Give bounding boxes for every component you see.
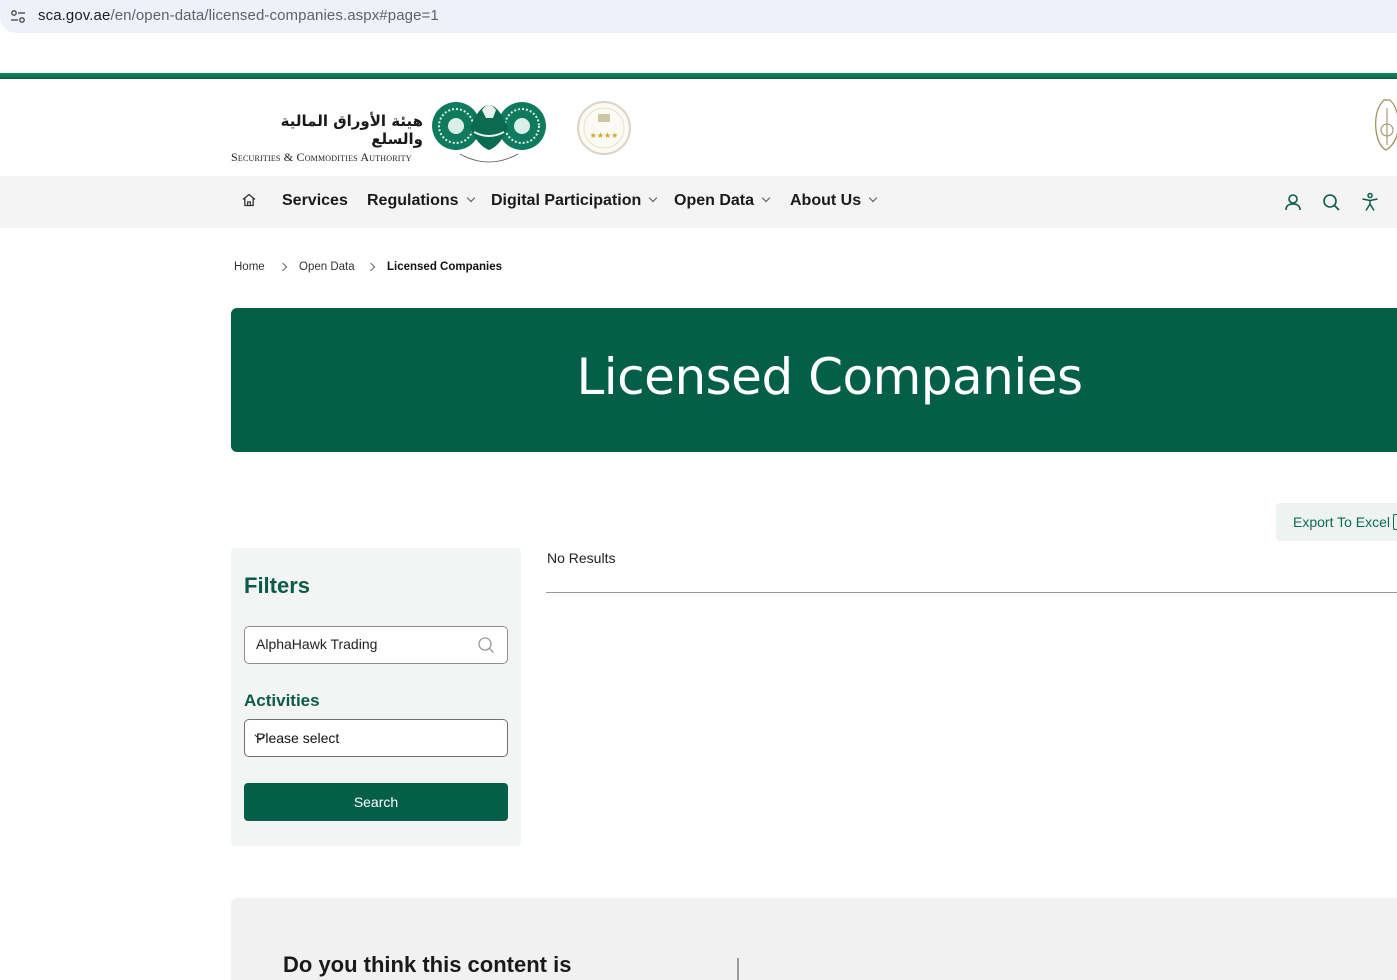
chevron-down-icon	[761, 193, 771, 203]
breadcrumb-current: Licensed Companies	[387, 261, 503, 273]
user-icon[interactable]	[1283, 192, 1303, 212]
chevron-down-icon	[466, 193, 475, 203]
uae-emblem-icon	[1375, 99, 1397, 151]
url-text[interactable]: sca.gov.ae/en/open-data/licensed-compani…	[38, 7, 439, 24]
url-path: /en/open-data/licensed-companies.aspx#pa…	[110, 7, 439, 24]
nav-label: Open Data	[674, 192, 755, 209]
top-accent-bar	[0, 73, 1397, 79]
page-title: Licensed Companies	[576, 348, 1083, 406]
company-search-input[interactable]	[256, 636, 466, 652]
feedback-question: Do you think this content is	[283, 952, 572, 977]
filters-title: Filters	[244, 573, 311, 598]
nav-label: Digital Participation	[491, 192, 642, 209]
search-button[interactable]: Search	[244, 783, 508, 821]
chevron-right-icon	[366, 262, 376, 272]
site-info-icon[interactable]	[10, 9, 26, 25]
breadcrumb-open-data[interactable]: Open Data	[299, 261, 355, 273]
nav-item-regulations[interactable]: Regulations	[367, 192, 475, 210]
sca-logo-text[interactable]: هيئة الأوراق المالية والسلع Securities &…	[231, 112, 423, 165]
export-label: Export To Excel	[1293, 514, 1391, 530]
filters-panel: Filters Activities Please select Search	[231, 548, 521, 846]
accessibility-icon[interactable]	[1360, 192, 1380, 212]
feedback-section: Do you think this content is	[231, 898, 1397, 980]
sca-falcon-emblem-icon[interactable]	[430, 88, 548, 168]
nav-label: Regulations	[367, 192, 459, 209]
page-hero-banner: Licensed Companies	[231, 308, 1397, 452]
nav-label: Services	[282, 192, 348, 209]
nav-item-about-us[interactable]: About Us	[790, 192, 878, 210]
browser-address-bar[interactable]: sca.gov.ae/en/open-data/licensed-compani…	[0, 0, 1397, 33]
nav-item-services[interactable]: Services	[282, 192, 348, 210]
search-icon[interactable]	[1321, 192, 1341, 212]
activities-selected-value: Please select	[256, 730, 340, 746]
logo-english-name: Securities & Commodities Authority	[231, 150, 412, 164]
award-badge-icon: ★★★★	[577, 101, 631, 155]
activities-select[interactable]: Please select	[244, 719, 508, 757]
home-icon[interactable]	[241, 192, 257, 208]
svg-text:★★★★: ★★★★	[590, 131, 619, 140]
feedback-divider	[737, 958, 739, 980]
search-icon[interactable]	[477, 636, 495, 654]
nav-item-digital-participation[interactable]: Digital Participation	[491, 192, 658, 210]
logo-arabic-text: هيئة الأوراق المالية والسلع	[280, 112, 423, 148]
breadcrumb-home[interactable]: Home	[234, 261, 265, 273]
logo-english-text: Securities & Commodities Authority	[231, 150, 423, 165]
excel-file-icon	[1393, 514, 1397, 530]
chevron-right-icon	[278, 262, 288, 272]
nav-item-open-data[interactable]: Open Data	[674, 192, 771, 210]
export-to-excel-button[interactable]: Export To Excel	[1276, 503, 1397, 541]
main-navigation: Services Regulations Digital Participati…	[0, 176, 1397, 228]
chevron-down-icon	[649, 193, 658, 203]
chevron-down-icon	[868, 193, 878, 203]
nav-label: About Us	[790, 192, 862, 209]
activities-label: Activities	[244, 691, 320, 710]
results-divider	[546, 592, 1397, 593]
results-status: No Results	[547, 550, 616, 566]
site-header: هيئة الأوراق المالية والسلع Securities &…	[0, 80, 1397, 176]
company-search-field[interactable]	[244, 626, 508, 664]
url-host: sca.gov.ae	[38, 7, 111, 24]
